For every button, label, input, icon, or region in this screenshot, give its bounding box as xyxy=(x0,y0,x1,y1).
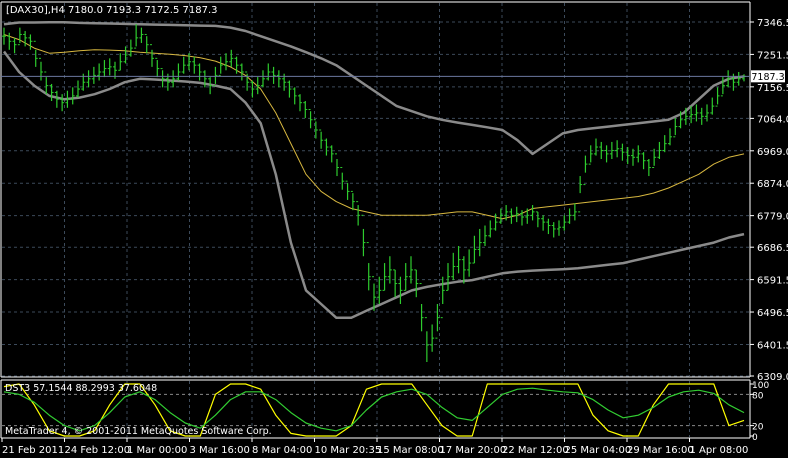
chart-window: 7346.5 7251.5 7156.5 7064.0 6969.0 6874.0 6779… xyxy=(0,0,788,458)
osc-y-tick-label: 20 xyxy=(752,423,764,433)
y-tick-label: 6401.5 xyxy=(757,340,788,351)
current-price-label: 7187.3 xyxy=(751,72,784,83)
osc-y-tick-label: 0 xyxy=(752,433,758,443)
y-tick-label: 7064.0 xyxy=(757,114,788,125)
x-tick-label: 21 Feb 2011 xyxy=(2,445,64,456)
x-tick-label: 29 Mar 16:00 xyxy=(627,445,694,456)
osc-y-tick-label: 100 xyxy=(752,381,769,391)
copyright-text: MetaTrader 4, © 2001-2011 MetaQuotes Sof… xyxy=(5,426,272,437)
y-tick-label: 7156.5 xyxy=(757,83,788,94)
main-chart-title: [DAX30],H4 7180.0 7193.3 7172.5 7187.3 xyxy=(6,5,217,16)
x-tick-label: 22 Mar 12:00 xyxy=(502,445,569,456)
oscillator-title: DST3 57.1544 88.2993 37.6048 xyxy=(5,383,157,394)
x-tick-label: 3 Mar 16:00 xyxy=(190,445,250,456)
y-tick-label: 6969.0 xyxy=(757,147,788,158)
x-tick-label: 17 Mar 20:00 xyxy=(440,445,507,456)
x-tick-label: 24 Feb 12:00 xyxy=(65,445,131,456)
x-tick-label: 15 Mar 08:00 xyxy=(377,445,444,456)
x-tick-label: 10 Mar 20:35 xyxy=(315,445,382,456)
y-tick-label: 6779.0 xyxy=(757,212,788,223)
x-tick-label: 1 Mar 00:00 xyxy=(127,445,187,456)
x-tick-label: 25 Mar 04:00 xyxy=(565,445,632,456)
y-tick-label: 6686.5 xyxy=(757,243,788,254)
chart-svg: 7346.5 7251.5 7156.5 7064.0 6969.0 6874.0 6779… xyxy=(0,0,788,458)
x-tick-label: 8 Mar 04:00 xyxy=(252,445,312,456)
y-tick-label: 7251.5 xyxy=(757,50,788,61)
y-tick-label: 7346.5 xyxy=(757,18,788,29)
y-tick-label: 6496.5 xyxy=(757,308,788,319)
x-tick-label: 1 Apr 08:00 xyxy=(690,445,749,456)
y-tick-label: 6591.5 xyxy=(757,276,788,287)
y-tick-label: 6874.0 xyxy=(757,179,788,190)
osc-y-tick-label: 80 xyxy=(752,391,764,401)
